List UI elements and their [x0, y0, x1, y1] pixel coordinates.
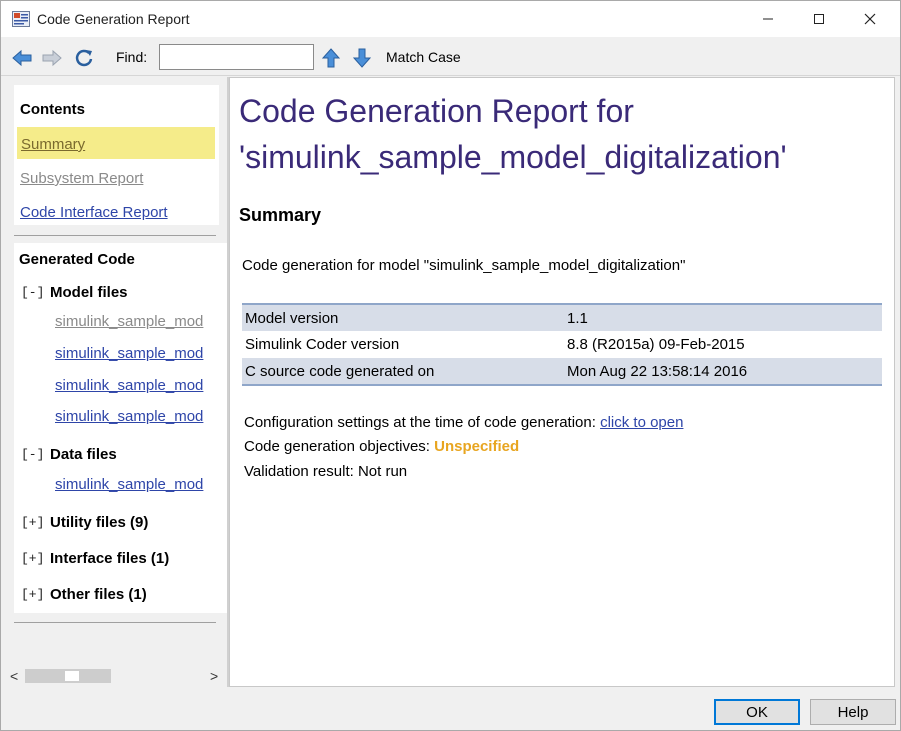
- generation-model-text: Code generation for model "simulink_samp…: [242, 257, 686, 274]
- model-file-link[interactable]: simulink_sample_mod: [55, 408, 203, 425]
- validation-result-text: Validation result: Not run: [244, 463, 408, 480]
- table-value: Mon Aug 22 13:58:14 2016: [567, 358, 882, 385]
- close-button[interactable]: [847, 1, 893, 37]
- report-title-line: Code Generation Report for: [239, 93, 634, 129]
- find-previous-icon[interactable]: [320, 47, 342, 69]
- match-case-toggle[interactable]: Match Case: [386, 49, 461, 65]
- model-file-link[interactable]: simulink_sample_mod: [55, 345, 203, 362]
- table-row: Model version 1.1: [242, 304, 882, 331]
- find-input[interactable]: [159, 44, 314, 70]
- scrollbar-track[interactable]: [25, 669, 111, 683]
- configuration-settings-line: Configuration settings at the time of co…: [244, 414, 683, 431]
- divider: [14, 235, 216, 236]
- nav-link-code-interface-report[interactable]: Code Interface Report: [20, 204, 168, 221]
- dialog-button-bar: OK Help: [1, 688, 900, 730]
- data-file-link[interactable]: simulink_sample_mod: [55, 476, 203, 493]
- refresh-icon[interactable]: [73, 47, 95, 69]
- table-row: C source code generated on Mon Aug 22 13…: [242, 358, 882, 385]
- ok-button[interactable]: OK: [714, 699, 800, 725]
- generated-code-panel: Generated Code [-] Model files simulink_…: [14, 243, 227, 613]
- report-pane: Code Generation Report for 'simulink_sam…: [229, 77, 895, 687]
- objectives-value: Unspecified: [434, 438, 520, 455]
- utility-files-toggle[interactable]: [+]: [21, 515, 44, 530]
- table-value: 8.8 (R2015a) 09-Feb-2015: [567, 336, 745, 353]
- horizontal-scrollbar[interactable]: < >: [6, 666, 227, 686]
- app-icon: [12, 11, 30, 27]
- model-file-link[interactable]: simulink_sample_mod: [55, 313, 203, 330]
- click-to-open-link[interactable]: click to open: [600, 414, 683, 431]
- other-files-toggle[interactable]: [+]: [21, 587, 44, 602]
- find-next-icon[interactable]: [351, 47, 373, 69]
- nav-link-summary[interactable]: Summary: [17, 127, 215, 159]
- report-title-model: 'simulink_sample_model_digitalization': [239, 139, 787, 175]
- table-value: 1.1: [567, 304, 882, 331]
- contents-panel: Contents Summary Subsystem Report Code I…: [14, 85, 219, 225]
- close-icon: [864, 13, 876, 25]
- toolbar: Find: Match Case: [1, 38, 900, 76]
- configuration-settings-label: Configuration settings at the time of co…: [244, 414, 601, 431]
- model-files-label[interactable]: Model files: [50, 284, 128, 301]
- forward-arrow-icon[interactable]: [41, 47, 63, 69]
- table-key: Simulink Coder version: [245, 336, 400, 353]
- window-title: Code Generation Report: [37, 11, 190, 27]
- scroll-right-arrow-icon[interactable]: >: [210, 668, 218, 684]
- table-key: C source code generated on: [242, 358, 567, 385]
- back-arrow-icon[interactable]: [11, 47, 33, 69]
- interface-files-label[interactable]: Interface files (1): [50, 550, 169, 567]
- objectives-line: Code generation objectives: Unspecified: [244, 438, 519, 455]
- navigation-pane: Contents Summary Subsystem Report Code I…: [6, 77, 227, 687]
- nav-link-subsystem-report[interactable]: Subsystem Report: [20, 170, 143, 187]
- model-file-link[interactable]: simulink_sample_mod: [55, 377, 203, 394]
- summary-heading: Summary: [239, 205, 322, 225]
- divider: [14, 622, 216, 623]
- report-window: Code Generation Report Find: Match Case …: [0, 0, 901, 731]
- summary-table: Model version 1.1 Simulink Coder version…: [242, 303, 882, 386]
- table-key: Model version: [242, 304, 567, 331]
- utility-files-label[interactable]: Utility files (9): [50, 514, 148, 531]
- report-title: Code Generation Report for 'simulink_sam…: [239, 88, 889, 180]
- interface-files-toggle[interactable]: [+]: [21, 551, 44, 566]
- data-files-label[interactable]: Data files: [50, 446, 117, 463]
- help-button[interactable]: Help: [810, 699, 896, 725]
- other-files-label[interactable]: Other files (1): [50, 586, 147, 603]
- maximize-button[interactable]: [796, 1, 842, 37]
- generated-code-title: Generated Code: [19, 251, 135, 268]
- maximize-icon: [814, 14, 824, 24]
- model-files-toggle[interactable]: [-]: [21, 285, 44, 300]
- find-label: Find:: [116, 49, 148, 65]
- objectives-label: Code generation objectives:: [244, 438, 435, 455]
- scrollbar-thumb[interactable]: [65, 671, 79, 681]
- scroll-left-arrow-icon[interactable]: <: [10, 668, 18, 684]
- minimize-button[interactable]: [745, 1, 791, 37]
- minimize-icon: [763, 18, 773, 20]
- table-row: Simulink Coder version 8.8 (R2015a) 09-F…: [242, 331, 882, 358]
- data-files-toggle[interactable]: [-]: [21, 447, 44, 462]
- contents-title: Contents: [20, 101, 85, 118]
- title-bar: Code Generation Report: [1, 1, 900, 37]
